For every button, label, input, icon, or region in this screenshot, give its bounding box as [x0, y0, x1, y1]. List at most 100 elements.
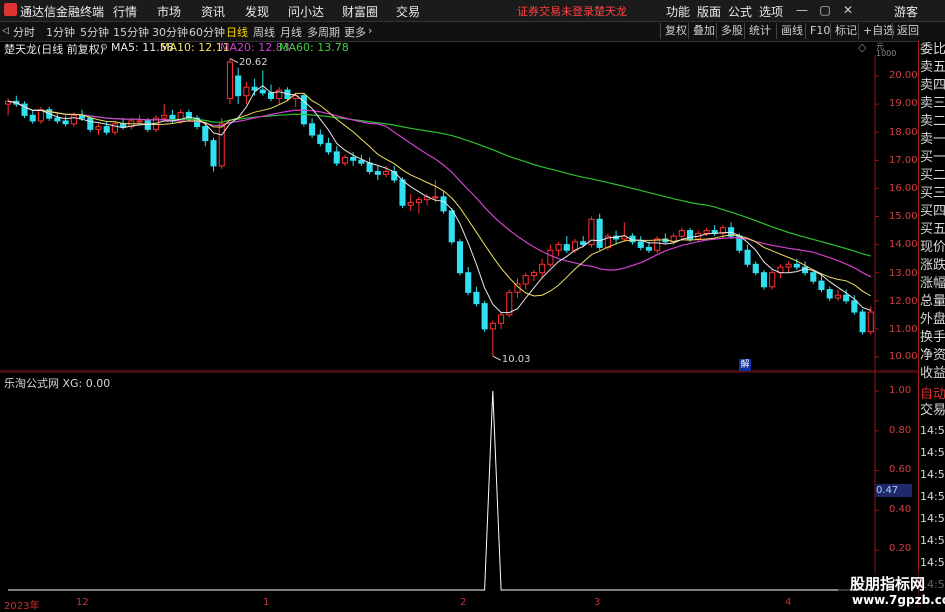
menu-jiaoyi[interactable]: 交易 [396, 3, 420, 20]
sub-ytick-1: 1.00 [889, 385, 912, 396]
menu-gongshi[interactable]: 公式 [728, 3, 752, 20]
candle-body-up [407, 201, 414, 206]
candle-body-down [448, 210, 455, 243]
minimize-icon[interactable]: — [794, 2, 810, 18]
candle-body-down [580, 241, 587, 246]
quote-label-5: 卖一 [920, 132, 945, 147]
indicator-chart[interactable] [0, 372, 918, 597]
candle-body-down [481, 303, 488, 330]
btn-tongji[interactable]: 统计 [744, 23, 775, 39]
candle-body-down [793, 263, 800, 268]
stock-name-title: 楚天龙 [594, 5, 627, 18]
period-15min[interactable]: 15分钟 [113, 24, 149, 40]
candle-body-up [341, 156, 349, 164]
settings-gear-icon[interactable]: ⚙ [100, 43, 108, 53]
tick-time-1: 14:56 [920, 446, 945, 459]
candle-body-down [374, 171, 381, 175]
user-guest[interactable]: 游客 [894, 3, 918, 20]
period-monthly[interactable]: 月线 [280, 24, 302, 40]
menu-gongneng[interactable]: 功能 [666, 3, 690, 20]
candle-body-down [251, 86, 258, 91]
period-more[interactable]: 更多 [344, 24, 366, 40]
quote-label-16: 换手 [920, 330, 945, 345]
unlock-marker[interactable]: 解 [739, 359, 751, 371]
menu-wenxiaoda[interactable]: 问小达 [288, 3, 324, 20]
menu-shichang[interactable]: 市场 [157, 3, 181, 20]
candle-body-down [399, 179, 406, 206]
ytick-11: 11.00 [889, 324, 918, 335]
toolbar-toggle-icon[interactable]: ◁ [2, 26, 9, 36]
candle-body-down [851, 300, 858, 313]
candle-body-up [530, 272, 537, 277]
candle-body-up [136, 120, 143, 123]
auto-trade-label[interactable]: 自动 [920, 388, 945, 402]
period-daily[interactable]: 日线 [226, 24, 248, 40]
menu-xuanxiang[interactable]: 选项 [759, 3, 783, 20]
period-30min[interactable]: 30分钟 [152, 24, 188, 40]
restore-icon[interactable]: ▢ [817, 2, 833, 18]
high-price-label: 20.62 [238, 56, 268, 68]
candle-body-down [366, 162, 373, 173]
candle-body-up [489, 322, 496, 330]
candle-body-up [769, 272, 776, 288]
btn-fanhui[interactable]: 返回 [892, 23, 923, 39]
candle-body-up [95, 126, 102, 130]
ytick-17: 17.00 [889, 155, 918, 166]
candle-body-down [54, 117, 61, 122]
candle-body-down [810, 272, 817, 282]
candle-body-up [70, 114, 77, 125]
period-fenshi[interactable]: 分时 [13, 24, 35, 40]
diamond-icon[interactable]: ◇ [858, 41, 866, 54]
tick-time-3: 14:56 [920, 490, 945, 503]
period-weekly[interactable]: 周线 [253, 24, 275, 40]
candle-body-up [867, 311, 874, 333]
btn-fuquan[interactable]: 复权 [660, 23, 691, 39]
btn-duogu[interactable]: 多股 [716, 23, 747, 39]
candle-body-up [432, 196, 439, 199]
candle-body-up [703, 230, 710, 234]
candle-body-down [210, 140, 217, 167]
x-axis [0, 597, 875, 609]
quote-label-13: 涨幅 [920, 276, 945, 291]
tick-time-4: 14:56 [920, 512, 945, 525]
menu-caifuquan[interactable]: 财富圈 [342, 3, 378, 20]
candle-body-down [760, 272, 768, 288]
btn-huaxian[interactable]: 画线 [776, 23, 807, 39]
btn-biaoji[interactable]: 标记 [830, 23, 861, 39]
menu-faxian[interactable]: 发现 [245, 3, 269, 20]
more-arrow-icon[interactable]: › [368, 24, 372, 37]
trade-label[interactable]: 交易 [920, 404, 945, 418]
period-1min[interactable]: 1分钟 [46, 24, 75, 40]
watermark-title: 股朋指标网 [850, 575, 926, 593]
ytick-14: 14.00 [889, 239, 918, 250]
login-warning[interactable]: 证券交易未登录 [517, 3, 594, 19]
menu-zixun[interactable]: 资讯 [201, 3, 225, 20]
menu-banmian[interactable]: 版面 [697, 3, 721, 20]
period-multi[interactable]: 多周期 [307, 24, 340, 40]
sub-ytick-04: 0.40 [889, 504, 912, 515]
candle-body-down [333, 151, 340, 164]
candle-body-down [563, 244, 570, 251]
menu-hangqing[interactable]: 行情 [113, 3, 137, 20]
candle-body-down [29, 114, 36, 122]
main-grid [0, 55, 918, 372]
candle-body-down [859, 311, 866, 333]
candle-body-up [785, 263, 792, 268]
close-icon[interactable]: ✕ [840, 2, 856, 18]
candle-body-down [103, 126, 110, 133]
period-5min[interactable]: 5分钟 [80, 24, 109, 40]
sub-ytick-08: 0.80 [889, 425, 912, 436]
candlestick-chart[interactable] [0, 55, 918, 372]
btn-diejia[interactable]: 叠加 [688, 23, 719, 39]
candle-body-down [235, 75, 242, 97]
candle-body-down [325, 142, 332, 153]
quote-label-8: 买三 [920, 186, 945, 201]
ytick-13: 13.00 [889, 268, 918, 279]
xlabel-3: 3 [594, 597, 601, 608]
candle-body-down [120, 123, 127, 128]
xlabel-4: 4 [785, 597, 792, 608]
candle-body-up [678, 230, 685, 237]
ytick-19: 19.00 [889, 98, 918, 109]
period-60min[interactable]: 60分钟 [189, 24, 225, 40]
candle-body-down [87, 117, 94, 130]
